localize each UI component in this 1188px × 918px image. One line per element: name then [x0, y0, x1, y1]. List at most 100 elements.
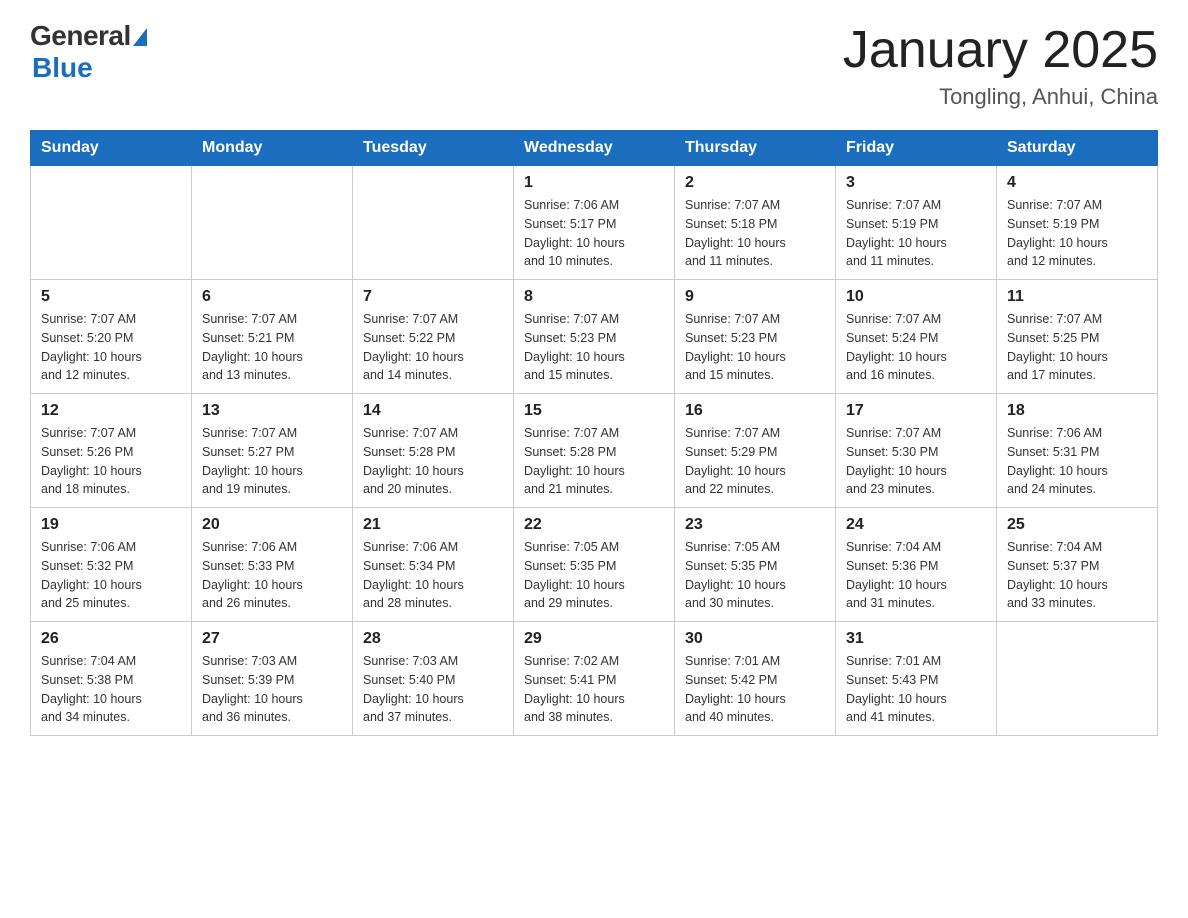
calendar-cell: 14Sunrise: 7:07 AMSunset: 5:28 PMDayligh…: [353, 394, 514, 508]
calendar-cell: 30 Sunrise: 7:01 AMSunset: 5:42 PMDayligh…: [675, 622, 836, 736]
day-info: Sunrise: 7:07 AMSunset: 5:25 PMDaylight:…: [1007, 310, 1147, 385]
day-number: 22: [524, 516, 664, 534]
day-info: Sunrise: 7:01 AMSunset: 5:43 PMDaylight:…: [846, 652, 986, 727]
weekday-header: Friday: [836, 131, 997, 166]
calendar-cell: 12 Sunrise: 7:07 AMSunset: 5:26 PMDayligh…: [31, 394, 192, 508]
calendar-cell: 11 Sunrise: 7:07 AMSunset: 5:25 PMDayligh…: [997, 280, 1158, 394]
title-block: January 2025 Tongling, Anhui, China: [843, 20, 1158, 110]
calendar-cell: 13 Sunrise: 7:07 AMSunset: 5:27 PMDayligh…: [192, 394, 353, 508]
calendar-week-row: 5 Sunrise: 7:07 AMSunset: 5:20 PMDaylight…: [31, 280, 1158, 394]
calendar-cell: [31, 166, 192, 280]
calendar-cell: [192, 166, 353, 280]
logo: General Blue: [30, 20, 147, 84]
calendar-cell: [353, 166, 514, 280]
calendar-cell: 8 Sunrise: 7:07 AMSunset: 5:23 PMDaylight…: [514, 280, 675, 394]
day-number: 2: [685, 174, 825, 192]
day-number: 27: [202, 630, 342, 648]
day-info: Sunrise: 7:07 AMSunset: 5:28 PMDaylight:…: [524, 424, 664, 499]
calendar-cell: 22Sunrise: 7:05 AMSunset: 5:35 PMDayligh…: [514, 508, 675, 622]
weekday-header: Wednesday: [514, 131, 675, 166]
calendar-cell: 28 Sunrise: 7:03 AMSunset: 5:40 PMDayligh…: [353, 622, 514, 736]
day-info: Sunrise: 7:07 AMSunset: 5:18 PMDaylight:…: [685, 196, 825, 271]
day-info: Sunrise: 7:07 AMSunset: 5:24 PMDaylight:…: [846, 310, 986, 385]
calendar-cell: 26Sunrise: 7:04 AMSunset: 5:38 PMDayligh…: [31, 622, 192, 736]
calendar-cell: 23 Sunrise: 7:05 AMSunset: 5:35 PMDayligh…: [675, 508, 836, 622]
day-info: Sunrise: 7:07 AMSunset: 5:29 PMDaylight:…: [685, 424, 825, 499]
day-info: Sunrise: 7:07 AMSunset: 5:19 PMDaylight:…: [846, 196, 986, 271]
logo-triangle-icon: [133, 28, 147, 46]
calendar-week-row: 12 Sunrise: 7:07 AMSunset: 5:26 PMDayligh…: [31, 394, 1158, 508]
day-number: 11: [1007, 288, 1147, 306]
day-number: 12: [41, 402, 181, 420]
day-number: 17: [846, 402, 986, 420]
day-info: Sunrise: 7:07 AMSunset: 5:22 PMDaylight:…: [363, 310, 503, 385]
day-number: 9: [685, 288, 825, 306]
day-info: Sunrise: 7:06 AMSunset: 5:32 PMDaylight:…: [41, 538, 181, 613]
day-info: Sunrise: 7:07 AMSunset: 5:21 PMDaylight:…: [202, 310, 342, 385]
calendar-cell: 19 Sunrise: 7:06 AMSunset: 5:32 PMDayligh…: [31, 508, 192, 622]
calendar-cell: 15 Sunrise: 7:07 AMSunset: 5:28 PMDayligh…: [514, 394, 675, 508]
day-number: 15: [524, 402, 664, 420]
day-info: Sunrise: 7:07 AMSunset: 5:19 PMDaylight:…: [1007, 196, 1147, 271]
calendar-week-row: 19 Sunrise: 7:06 AMSunset: 5:32 PMDayligh…: [31, 508, 1158, 622]
calendar-cell: 27 Sunrise: 7:03 AMSunset: 5:39 PMDayligh…: [192, 622, 353, 736]
day-info: Sunrise: 7:01 AMSunset: 5:42 PMDaylight:…: [685, 652, 825, 727]
calendar-cell: 4Sunrise: 7:07 AMSunset: 5:19 PMDaylight…: [997, 166, 1158, 280]
calendar-cell: 20 Sunrise: 7:06 AMSunset: 5:33 PMDayligh…: [192, 508, 353, 622]
calendar-cell: 3 Sunrise: 7:07 AMSunset: 5:19 PMDaylight…: [836, 166, 997, 280]
day-info: Sunrise: 7:07 AMSunset: 5:20 PMDaylight:…: [41, 310, 181, 385]
day-number: 30: [685, 630, 825, 648]
calendar-cell: 25 Sunrise: 7:04 AMSunset: 5:37 PMDayligh…: [997, 508, 1158, 622]
day-info: Sunrise: 7:07 AMSunset: 5:23 PMDaylight:…: [524, 310, 664, 385]
day-info: Sunrise: 7:06 AMSunset: 5:33 PMDaylight:…: [202, 538, 342, 613]
calendar-cell: 21Sunrise: 7:06 AMSunset: 5:34 PMDayligh…: [353, 508, 514, 622]
day-info: Sunrise: 7:03 AMSunset: 5:39 PMDaylight:…: [202, 652, 342, 727]
weekday-header: Monday: [192, 131, 353, 166]
weekday-header: Sunday: [31, 131, 192, 166]
day-number: 28: [363, 630, 503, 648]
day-number: 10: [846, 288, 986, 306]
day-info: Sunrise: 7:06 AMSunset: 5:17 PMDaylight:…: [524, 196, 664, 271]
calendar-cell: 16Sunrise: 7:07 AMSunset: 5:29 PMDayligh…: [675, 394, 836, 508]
day-info: Sunrise: 7:07 AMSunset: 5:26 PMDaylight:…: [41, 424, 181, 499]
day-number: 13: [202, 402, 342, 420]
calendar-cell: 10 Sunrise: 7:07 AMSunset: 5:24 PMDayligh…: [836, 280, 997, 394]
day-number: 3: [846, 174, 986, 192]
weekday-header: Saturday: [997, 131, 1158, 166]
day-number: 6: [202, 288, 342, 306]
calendar-cell: 31 Sunrise: 7:01 AMSunset: 5:43 PMDayligh…: [836, 622, 997, 736]
day-number: 1: [524, 174, 664, 192]
day-number: 19: [41, 516, 181, 534]
day-number: 23: [685, 516, 825, 534]
day-number: 29: [524, 630, 664, 648]
day-number: 8: [524, 288, 664, 306]
day-number: 20: [202, 516, 342, 534]
logo-blue-text: Blue: [32, 52, 93, 84]
page-title: January 2025: [843, 20, 1158, 80]
calendar-cell: 5 Sunrise: 7:07 AMSunset: 5:20 PMDaylight…: [31, 280, 192, 394]
day-info: Sunrise: 7:07 AMSunset: 5:30 PMDaylight:…: [846, 424, 986, 499]
day-info: Sunrise: 7:05 AMSunset: 5:35 PMDaylight:…: [685, 538, 825, 613]
day-number: 25: [1007, 516, 1147, 534]
calendar-cell: 24Sunrise: 7:04 AMSunset: 5:36 PMDayligh…: [836, 508, 997, 622]
weekday-header: Thursday: [675, 131, 836, 166]
calendar-cell: 17 Sunrise: 7:07 AMSunset: 5:30 PMDayligh…: [836, 394, 997, 508]
calendar-week-row: 1 Sunrise: 7:06 AMSunset: 5:17 PMDaylight…: [31, 166, 1158, 280]
day-number: 7: [363, 288, 503, 306]
day-number: 5: [41, 288, 181, 306]
day-info: Sunrise: 7:07 AMSunset: 5:27 PMDaylight:…: [202, 424, 342, 499]
day-number: 14: [363, 402, 503, 420]
day-number: 31: [846, 630, 986, 648]
day-info: Sunrise: 7:03 AMSunset: 5:40 PMDaylight:…: [363, 652, 503, 727]
day-info: Sunrise: 7:07 AMSunset: 5:23 PMDaylight:…: [685, 310, 825, 385]
day-info: Sunrise: 7:06 AMSunset: 5:31 PMDaylight:…: [1007, 424, 1147, 499]
day-info: Sunrise: 7:04 AMSunset: 5:37 PMDaylight:…: [1007, 538, 1147, 613]
calendar-cell: 29Sunrise: 7:02 AMSunset: 5:41 PMDayligh…: [514, 622, 675, 736]
calendar-header-row: SundayMondayTuesdayWednesdayThursdayFrid…: [31, 131, 1158, 166]
page-subtitle: Tongling, Anhui, China: [843, 84, 1158, 110]
calendar-cell: 9 Sunrise: 7:07 AMSunset: 5:23 PMDaylight…: [675, 280, 836, 394]
day-number: 24: [846, 516, 986, 534]
day-number: 26: [41, 630, 181, 648]
calendar-cell: 6 Sunrise: 7:07 AMSunset: 5:21 PMDaylight…: [192, 280, 353, 394]
day-number: 18: [1007, 402, 1147, 420]
